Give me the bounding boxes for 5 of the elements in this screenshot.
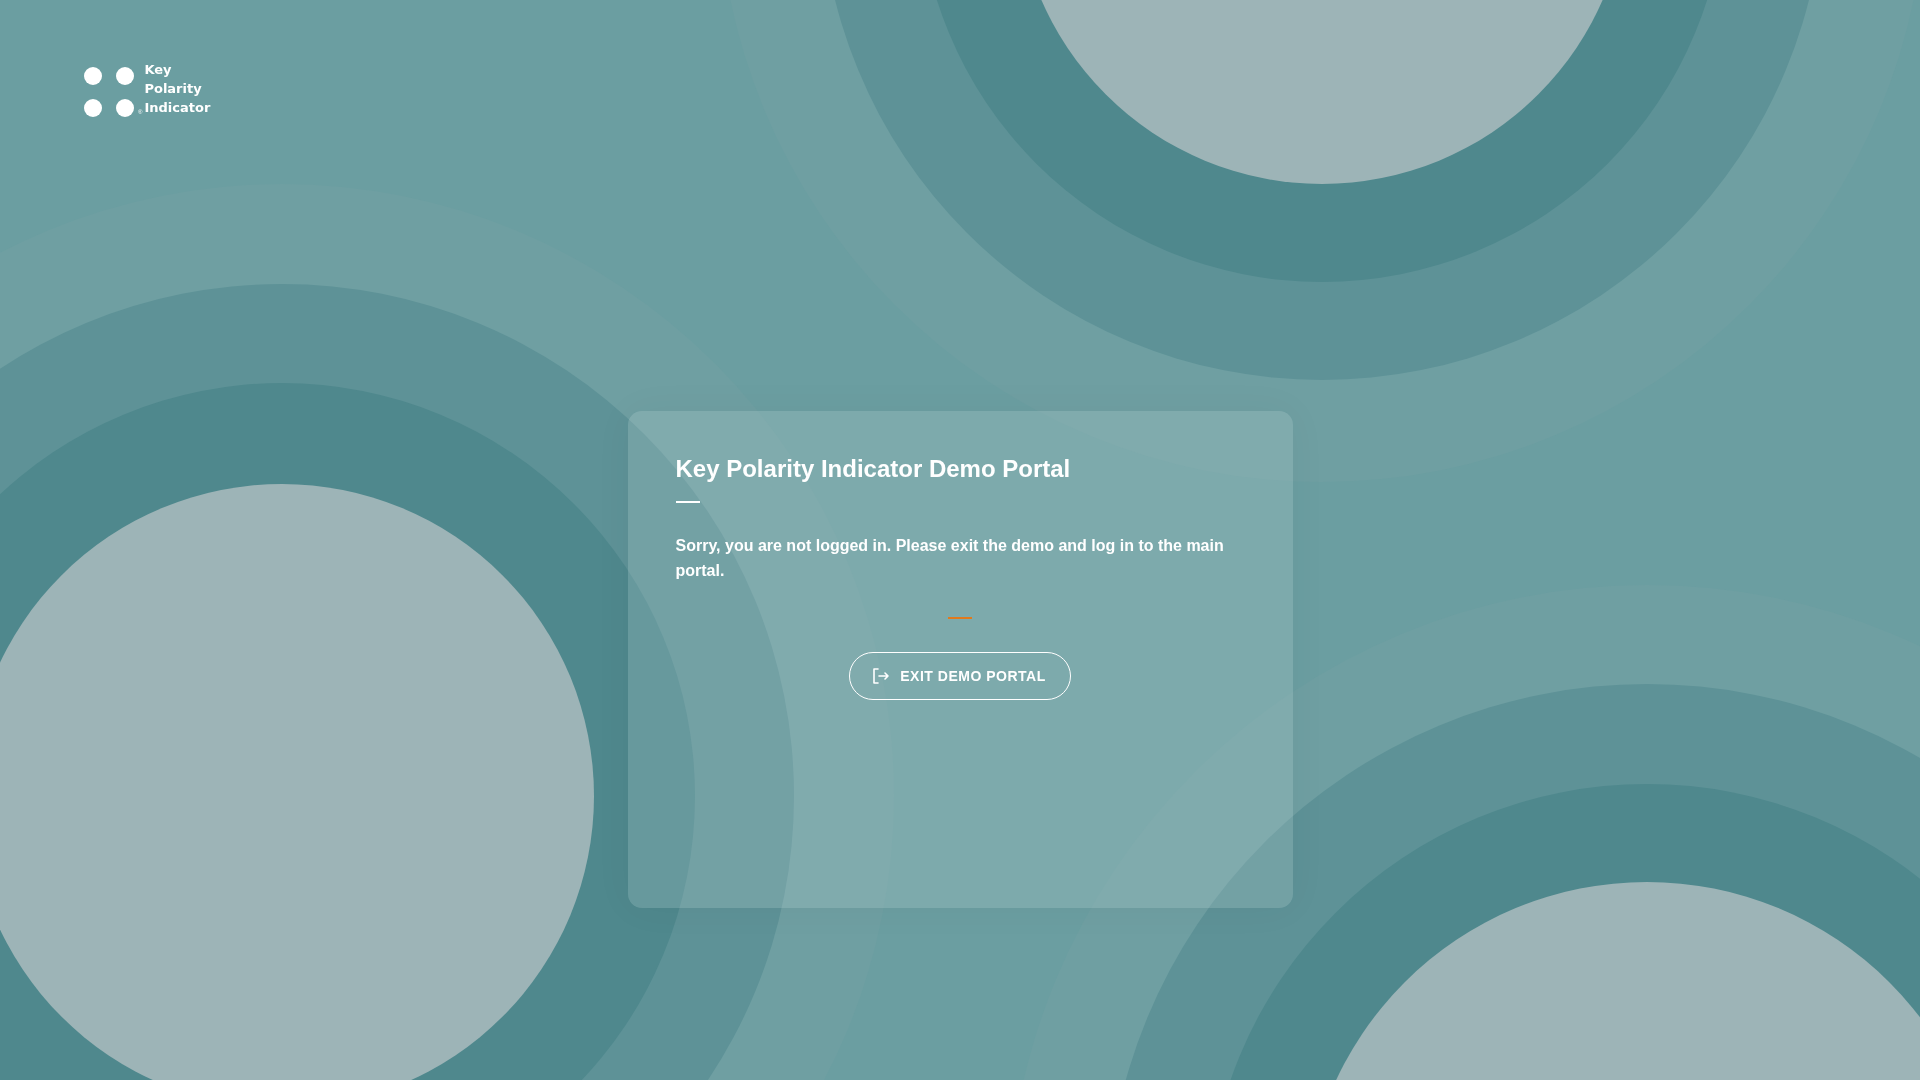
exit-icon	[870, 666, 891, 686]
logo-dots-icon	[84, 67, 136, 117]
logo-wordmark: Key Polarity Indicator	[144, 61, 212, 117]
card-title: Key Polarity Indicator Demo Portal	[675, 454, 1072, 484]
error-message: Sorry, you are not logged in. Please exit the demo and log in to the main portal.	[675, 536, 1225, 581]
